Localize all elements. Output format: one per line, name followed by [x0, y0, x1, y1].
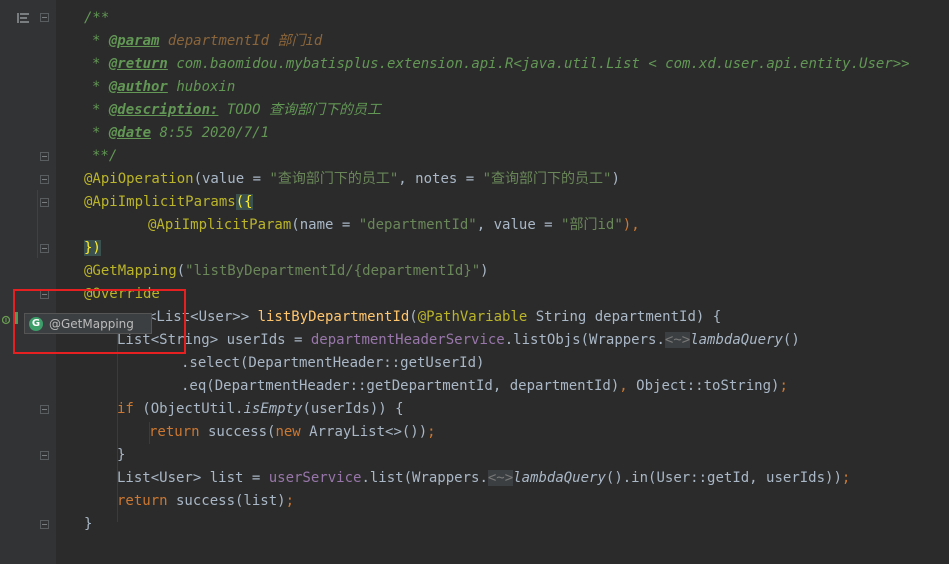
code-line: @GetMapping("listByDepartmentId/{departm… — [84, 263, 489, 279]
code-line: return success(new ArrayList<>()); — [149, 424, 436, 440]
api-implicit-param-annotation: @ApiImplicitParam — [148, 217, 292, 233]
fold-marker[interactable] — [40, 198, 49, 207]
indent-guide — [37, 190, 38, 258]
javadoc-close: **/ — [92, 148, 118, 164]
highlight-box — [13, 289, 186, 354]
fold-marker[interactable] — [40, 451, 49, 460]
code-line: List<User> list = userService.list(Wrapp… — [117, 470, 851, 486]
description-tag: @description: — [108, 102, 219, 118]
code-line: <List<User>> listByDepartmentId(@PathVar… — [148, 309, 722, 325]
param-tag: @param — [108, 33, 160, 49]
code-line: * @description: TODO 查询部门下的员工 — [92, 102, 382, 118]
javadoc-open: /** — [84, 10, 110, 26]
code-line: * @author huboxin — [92, 79, 236, 95]
return-value: com.baomidou.mybatisplus.extension.api.R… — [176, 56, 910, 72]
code-line: * @date 8:55 2020/7/1 — [92, 125, 270, 141]
code-line: /** — [84, 7, 109, 30]
fold-marker[interactable] — [40, 405, 49, 414]
code-line: **/ — [92, 145, 117, 168]
fold-marker[interactable] — [40, 520, 49, 529]
code-line: if (ObjectUtil.isEmpty(userIds)) { — [117, 401, 404, 417]
code-line: List<String> userIds = departmentHeaderS… — [117, 332, 800, 348]
type-hint: <~> — [664, 332, 691, 348]
return-tag: @return — [108, 56, 168, 72]
author-value: huboxin — [176, 79, 236, 95]
code-line: * @return com.baomidou.mybatisplus.exten… — [92, 56, 910, 72]
fold-marker[interactable] — [40, 152, 49, 161]
code-line: } — [84, 516, 93, 532]
api-operation-annotation: @ApiOperation — [84, 171, 194, 187]
code-line: } — [117, 447, 126, 463]
description-value: TODO 查询部门下的员工 — [226, 102, 382, 118]
date-value: 8:55 2020/7/1 — [159, 125, 270, 141]
editor-gutter — [0, 0, 56, 564]
code-line: @ApiImplicitParam(name = "departmentId",… — [148, 217, 640, 233]
bookmark-list-icon[interactable] — [17, 11, 29, 23]
fold-marker[interactable] — [40, 244, 49, 253]
get-mapping-annotation: @GetMapping — [84, 263, 177, 279]
fold-marker[interactable] — [40, 175, 49, 184]
code-line: * @param departmentId 部门id — [92, 33, 323, 49]
api-implicit-params-annotation: @ApiImplicitParams — [84, 194, 236, 210]
code-line: @ApiOperation(value = "查询部门下的员工", notes … — [84, 171, 620, 187]
code-editor[interactable]: /** * @param departmentId 部门id * @return… — [37, 0, 949, 564]
fold-marker[interactable] — [40, 13, 49, 22]
author-tag: @author — [108, 79, 168, 95]
method-name: listByDepartmentId — [257, 309, 410, 325]
code-line: return success(list); — [117, 493, 295, 509]
code-line: .eq(DepartmentHeader::getDepartmentId, d… — [181, 378, 788, 394]
code-line: @ApiImplicitParams({ — [84, 194, 253, 210]
param-value: departmentId 部门id — [167, 33, 323, 49]
code-line: }) — [84, 240, 101, 256]
date-tag: @date — [108, 125, 152, 141]
code-line: .select(DepartmentHeader::getUserId) — [181, 355, 485, 371]
implementation-marker-icon[interactable] — [1, 313, 11, 325]
type-hint: <~> — [487, 470, 514, 486]
